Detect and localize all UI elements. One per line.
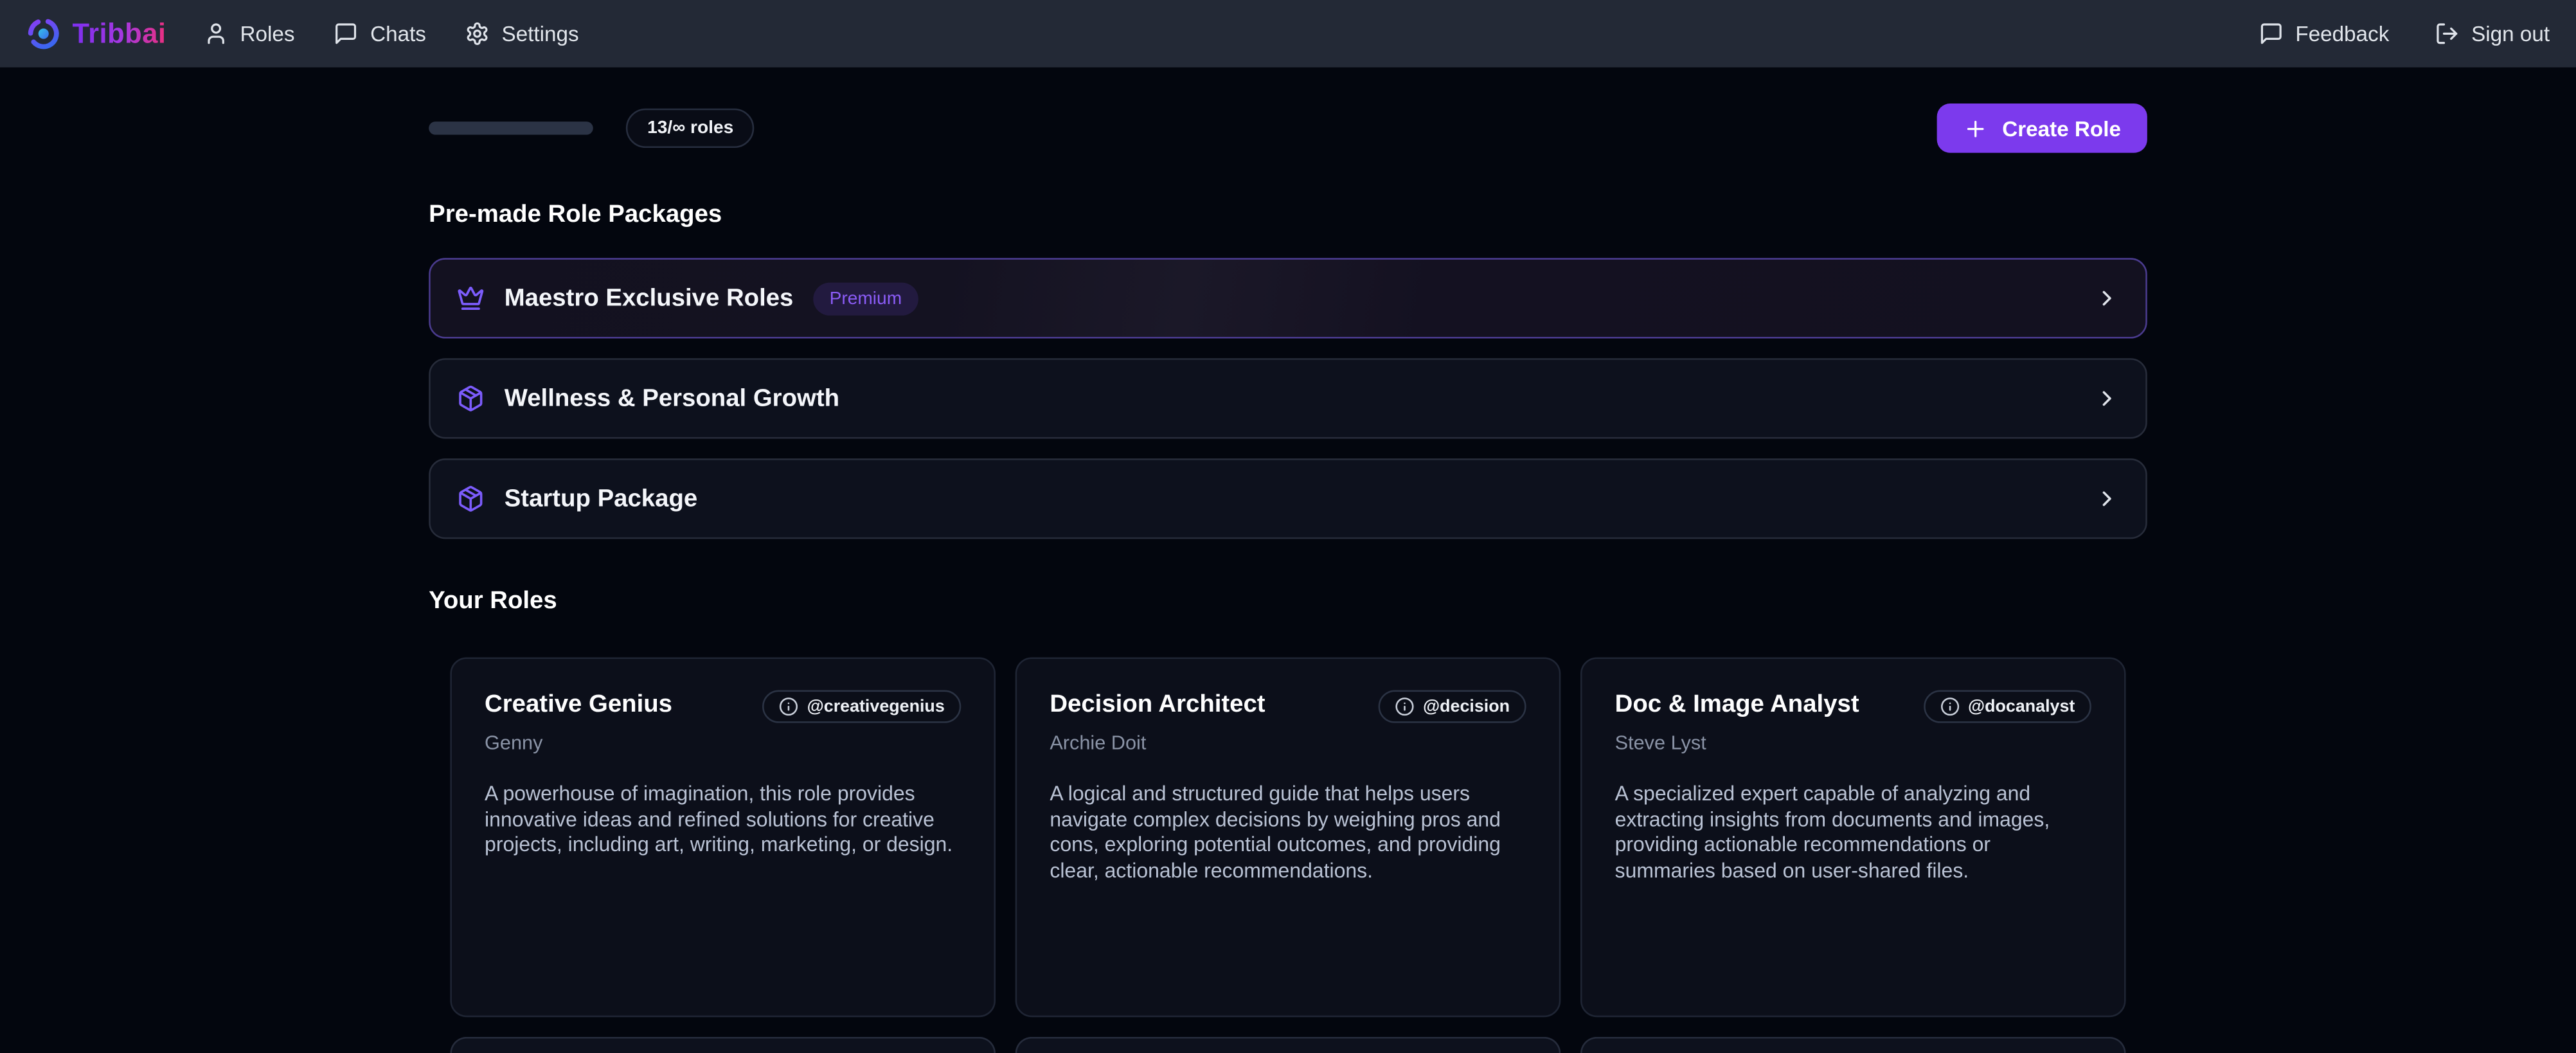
- nav-item-settings[interactable]: Settings: [465, 21, 578, 46]
- your-roles-section-title: Your Roles: [429, 587, 2147, 615]
- brand-name: Tribbai: [72, 17, 166, 50]
- package-row-maestro[interactable]: Maestro Exclusive Roles Premium: [429, 258, 2147, 338]
- role-title: Doc & Image Analyst: [1615, 688, 1859, 720]
- package-name: Wellness & Personal Growth: [505, 384, 839, 412]
- package-row-startup[interactable]: Startup Package: [429, 458, 2147, 539]
- navbar: Tribbai Roles: [0, 0, 2576, 68]
- nav-item-label: Roles: [240, 21, 295, 46]
- your-roles-grid: Creative Genius @creativegenius Genny A …: [429, 657, 2147, 1017]
- role-card-partial[interactable]: [1580, 1037, 2126, 1053]
- premium-badge: Premium: [813, 282, 918, 314]
- package-row-wellness[interactable]: Wellness & Personal Growth: [429, 358, 2147, 438]
- brand-logo[interactable]: Tribbai: [26, 17, 166, 51]
- role-subtitle: Genny: [485, 731, 961, 754]
- roles-usage: 13/∞ roles: [429, 109, 755, 148]
- logout-icon: [2435, 21, 2460, 46]
- role-description: A powerhouse of imagination, this role p…: [485, 782, 961, 860]
- role-card-partial[interactable]: [450, 1037, 996, 1053]
- roles-toolbar: 13/∞ roles Create Role: [429, 104, 2147, 153]
- package-name: Startup Package: [505, 485, 697, 512]
- navbar-right: Feedback Sign out: [2259, 21, 2550, 46]
- tribbai-app: Tribbai Roles: [0, 0, 2576, 1053]
- gear-icon: [465, 21, 490, 46]
- role-handle-badge[interactable]: @docanalyst: [1924, 690, 2091, 723]
- card-header: Creative Genius @creativegenius: [485, 688, 961, 723]
- role-card-doc-image-analyst[interactable]: Doc & Image Analyst @docanalyst Steve Ly…: [1580, 657, 2126, 1017]
- role-card-partial[interactable]: [1015, 1037, 1561, 1053]
- role-subtitle: Steve Lyst: [1615, 731, 2091, 754]
- plus-icon: [1963, 116, 1987, 140]
- nav-item-roles[interactable]: Roles: [204, 21, 294, 46]
- create-role-label: Create Role: [2002, 116, 2121, 140]
- nav-item-chats[interactable]: Chats: [334, 21, 426, 46]
- chevron-right-icon: [2095, 286, 2119, 310]
- packages-section-title: Pre-made Role Packages: [429, 201, 2147, 228]
- nav-item-label: Chats: [370, 21, 426, 46]
- main-nav: Roles Chats: [204, 21, 578, 46]
- signout-label: Sign out: [2471, 21, 2550, 46]
- user-icon: [204, 21, 228, 46]
- role-description: A specialized expert capable of analyzin…: [1615, 782, 2091, 885]
- role-subtitle: Archie Doit: [1050, 731, 1526, 754]
- roles-progress-bar: [429, 122, 593, 134]
- role-handle-badge[interactable]: @decision: [1379, 690, 1526, 723]
- role-card-decision-architect[interactable]: Decision Architect @decision Archie Doit…: [1015, 657, 1561, 1017]
- package-list: Maestro Exclusive Roles Premium Welln: [429, 258, 2147, 539]
- tribbai-logo-icon: [26, 17, 61, 51]
- card-header: Doc & Image Analyst @docanalyst: [1615, 688, 2091, 723]
- chevron-right-icon: [2095, 487, 2119, 511]
- feedback-bubble-icon: [2259, 21, 2284, 46]
- feedback-button[interactable]: Feedback: [2259, 21, 2389, 46]
- nav-item-label: Settings: [502, 21, 579, 46]
- chat-bubble-icon: [334, 21, 359, 46]
- role-handle: @decision: [1423, 697, 1510, 717]
- card-header: Decision Architect @decision: [1050, 688, 1526, 723]
- role-title: Decision Architect: [1050, 688, 1265, 720]
- info-icon: [1940, 697, 1960, 717]
- package-name: Maestro Exclusive Roles: [505, 284, 794, 312]
- role-description: A logical and structured guide that help…: [1050, 782, 1526, 885]
- package-cube-icon: [457, 384, 485, 412]
- role-handle: @docanalyst: [1968, 697, 2075, 717]
- main-content: 13/∞ roles Create Role Pre-made Role Pac…: [429, 104, 2147, 1053]
- package-cube-icon: [457, 485, 485, 512]
- feedback-label: Feedback: [2295, 21, 2389, 46]
- chevron-right-icon: [2095, 386, 2119, 411]
- signout-button[interactable]: Sign out: [2435, 21, 2550, 46]
- navbar-left: Tribbai Roles: [26, 17, 579, 51]
- info-icon: [779, 697, 799, 717]
- create-role-button[interactable]: Create Role: [1936, 104, 2147, 153]
- role-handle-badge[interactable]: @creativegenius: [763, 690, 962, 723]
- info-icon: [1395, 697, 1415, 717]
- role-card-creative-genius[interactable]: Creative Genius @creativegenius Genny A …: [450, 657, 996, 1017]
- role-title: Creative Genius: [485, 688, 672, 720]
- roles-count-badge: 13/∞ roles: [626, 109, 755, 148]
- your-roles-grid-next-row: [429, 1037, 2147, 1053]
- role-handle: @creativegenius: [807, 697, 945, 717]
- crown-icon: [457, 284, 485, 312]
